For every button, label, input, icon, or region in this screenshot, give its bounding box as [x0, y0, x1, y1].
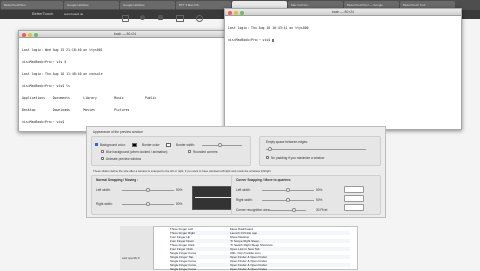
corner-left-width-label: Left width: [236, 188, 251, 192]
rounded-corners-checkbox[interactable] [188, 150, 191, 153]
terminal-output[interactable]: Last login: Wed Aug 15 21:18:40 on ttys0… [22, 40, 228, 132]
blur-label: Blur background (when docked / animation… [106, 149, 168, 154]
background-color-well[interactable] [132, 143, 137, 147]
terminal-title: bash — 80×24 [113, 32, 137, 36]
left-width-value: 50% [176, 188, 183, 192]
terminal-line: vis=MacBook=Pro:~ vis$ [22, 120, 65, 124]
site-logo[interactable]: BetterTouch [32, 11, 62, 17]
animate-label: Animate preview window [106, 156, 142, 161]
right-width-value: 50% [176, 202, 183, 206]
corner-left-width-knob[interactable] [286, 188, 290, 192]
double-arrow-icon [195, 196, 233, 198]
corner-recognition-slider[interactable] [270, 210, 306, 212]
corner-right-width-value: 50% [316, 198, 323, 202]
normal-snapping-title: Normal Snapping / Moving : [96, 178, 139, 182]
magic-mouse-icon[interactable] [140, 15, 145, 20]
border-width-slider[interactable] [202, 144, 242, 146]
right-width-label: Right width: [96, 202, 113, 206]
border-color-label: Border color: [142, 142, 161, 147]
normal-snapping-group: Normal Snapping / Moving : Left width: 5… [91, 175, 241, 215]
terminal-prompt: vis=MacBook=Pro:~ vis$ [228, 38, 271, 42]
keyboard-icon[interactable] [176, 15, 184, 22]
terminal-line: Last login: Wed Aug 15 21:18:40 on ttys0… [22, 48, 103, 52]
terminal-titlebar[interactable]: bash — 80×24 [19, 31, 231, 38]
sliders-description: These sliders define the size after a wi… [93, 169, 271, 173]
corner-recognition-knob[interactable] [292, 208, 296, 212]
animate-checkbox[interactable] [101, 157, 104, 160]
browser-tab[interactable]: BetterTouchTool [1, 1, 63, 9]
gesture-cell: Single Finger Force [170, 267, 197, 271]
space-between-slider[interactable] [266, 149, 366, 151]
terminal-titlebar[interactable]: bash — 80×24 [225, 9, 461, 16]
corner-preview-top-icon[interactable] [344, 186, 364, 193]
right-width-knob[interactable] [146, 202, 150, 206]
terminal-line: vis=MacBook=Pro:~ vis$ ls [22, 84, 70, 88]
corner-recognition-value: 30 Pixel [316, 208, 328, 212]
browser-tab[interactable]: Google Hobbies [64, 1, 119, 9]
corner-right-width-knob[interactable] [286, 198, 290, 202]
border-width-knob[interactable] [218, 142, 222, 147]
appearance-group: Background color: Border color: Border w… [91, 136, 251, 166]
left-width-label: Left width: [96, 188, 111, 192]
corner-snapping-title: Corner Snapping / Move to quarters: [236, 178, 292, 182]
corner-snapping-group: Corner Snapping / Move to quarters: Left… [231, 175, 381, 215]
table-row[interactable]: Single Finger Force Open Finder & Open Fi… [170, 267, 350, 271]
corner-preview-bottom-icon[interactable] [344, 204, 364, 211]
space-between-knob[interactable] [268, 147, 272, 151]
background-color-checkbox[interactable] [95, 143, 98, 146]
terminal-line: Last login: Thu Aug 16 11:48:40 on conso… [22, 72, 103, 76]
trackpad-icon[interactable] [122, 15, 129, 22]
settings-icon[interactable] [196, 15, 203, 22]
paw-icon[interactable] [158, 15, 163, 20]
preferences-toolbar [118, 14, 238, 24]
cursor-icon [272, 38, 275, 42]
corner-recognition-label: Corner recognition area: [236, 208, 271, 212]
terminal-line: Applications Documents Library Music Pub… [22, 96, 157, 100]
gesture-rows: Three Finger Left Move Dashboard Three Fi… [120, 226, 358, 271]
terminal-window-left[interactable]: bash — 80×24 Last login: Wed Aug 15 21:1… [18, 30, 232, 132]
no-padding-checkbox[interactable] [266, 156, 269, 159]
background-color-label: Background color: [100, 142, 126, 147]
terminal-line: vis=MacBook=Pro:~ vis$ [228, 38, 458, 42]
terminal-output[interactable]: Last login: Thu Aug 16 10:43:41 on ttys0… [228, 18, 458, 50]
site-url[interactable]: www.boasti.de [64, 12, 83, 17]
border-color-well[interactable] [166, 143, 171, 147]
terminal-line: vis=MacBook=Pro:~ vis $ [22, 60, 67, 64]
terminal-line: Desktop Downloads Movies Pictures [22, 108, 130, 112]
appearance-label: Appearance of the preview window: [93, 130, 144, 134]
corner-preview-middle-icon[interactable] [344, 195, 364, 202]
terminal-window-right[interactable]: bash — 80×24 Last login: Thu Aug 16 10:4… [224, 8, 462, 130]
left-width-knob[interactable] [146, 188, 150, 192]
corner-left-width-value: 50% [316, 188, 323, 192]
space-between-label: Empty space between edges: [266, 140, 308, 144]
action-cell: Open Finder & Open Finder [230, 267, 268, 271]
browser-tab[interactable]: BTT ▾ Mac OS.. [176, 1, 231, 9]
border-width-label: Border width: [176, 142, 195, 147]
space-group: Empty space between edges: No padding if… [259, 136, 381, 166]
rounded-corners-label: Rounded corners [193, 149, 218, 154]
terminal-title: bash — 80×24 [331, 10, 355, 14]
blur-checkbox[interactable] [101, 150, 104, 153]
snap-preview-image [192, 186, 236, 210]
window-snapping-settings: Appearance of the preview window: Backgr… [86, 126, 386, 218]
terminal-line: Last login: Thu Aug 16 10:43:41 on ttys0… [228, 26, 309, 30]
no-padding-label: No padding if you maximize a window [271, 155, 325, 160]
corner-right-width-label: Right width: [236, 198, 253, 202]
browser-tab[interactable]: Google Hobbies [120, 1, 175, 9]
